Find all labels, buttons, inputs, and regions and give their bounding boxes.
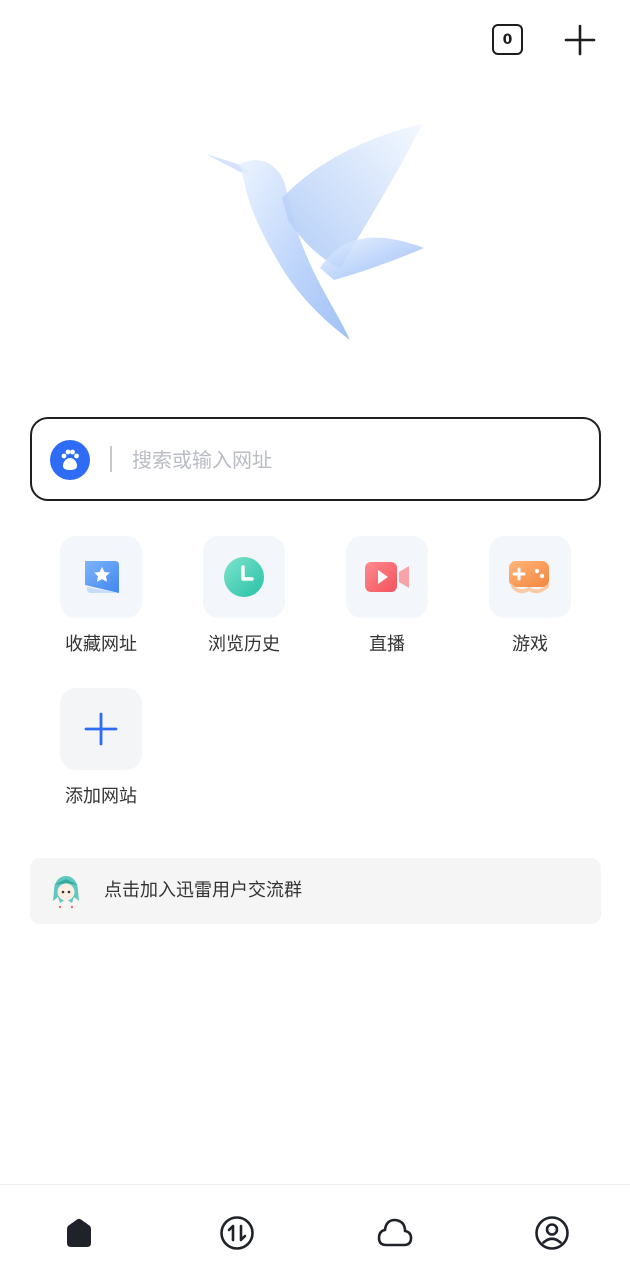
- gamepad-icon: [489, 536, 571, 618]
- shortcut-label: 游戏: [512, 634, 548, 655]
- nav-home[interactable]: [59, 1213, 99, 1253]
- banner-text: 点击加入迅雷用户交流群: [104, 880, 302, 901]
- transfer-arrows-icon: [220, 1216, 254, 1250]
- add-icon: [60, 688, 142, 770]
- clock-history-icon: [203, 536, 285, 618]
- nav-transfer[interactable]: [217, 1213, 257, 1253]
- shortcut-add-site[interactable]: 添加网站: [40, 688, 160, 818]
- shortcut-bookmarks[interactable]: 收藏网址: [40, 536, 160, 666]
- bookmark-star-icon: [60, 536, 142, 618]
- search-box[interactable]: 搜索或输入网址: [30, 417, 601, 501]
- bottom-nav: [0, 1184, 630, 1280]
- anime-avatar-icon: [48, 873, 84, 909]
- home-icon: [67, 1218, 91, 1247]
- text-caret: [110, 446, 112, 472]
- hummingbird-logo: [200, 118, 432, 350]
- shortcut-history[interactable]: 浏览历史: [183, 536, 303, 666]
- shortcut-live[interactable]: 直播: [326, 536, 446, 666]
- shortcut-label: 添加网站: [65, 786, 137, 807]
- user-profile-icon: [535, 1216, 569, 1250]
- nav-profile[interactable]: [532, 1213, 572, 1253]
- new-tab-button[interactable]: [562, 22, 598, 58]
- shortcut-games[interactable]: 游戏: [469, 536, 589, 666]
- shortcut-label: 浏览历史: [208, 634, 280, 655]
- baidu-paw-icon[interactable]: [50, 440, 90, 480]
- nav-cloud[interactable]: [375, 1213, 415, 1253]
- tabs-counter-button[interactable]: 0: [492, 24, 523, 55]
- cloud-icon: [377, 1218, 413, 1247]
- top-bar: 0: [0, 0, 630, 80]
- shortcut-label: 直播: [369, 634, 405, 655]
- search-input[interactable]: 搜索或输入网址: [132, 446, 272, 474]
- plus-icon: [564, 24, 596, 56]
- join-group-banner[interactable]: 点击加入迅雷用户交流群: [30, 858, 601, 924]
- shortcut-label: 收藏网址: [65, 634, 137, 655]
- tab-count: 0: [502, 31, 513, 48]
- video-camera-icon: [346, 536, 428, 618]
